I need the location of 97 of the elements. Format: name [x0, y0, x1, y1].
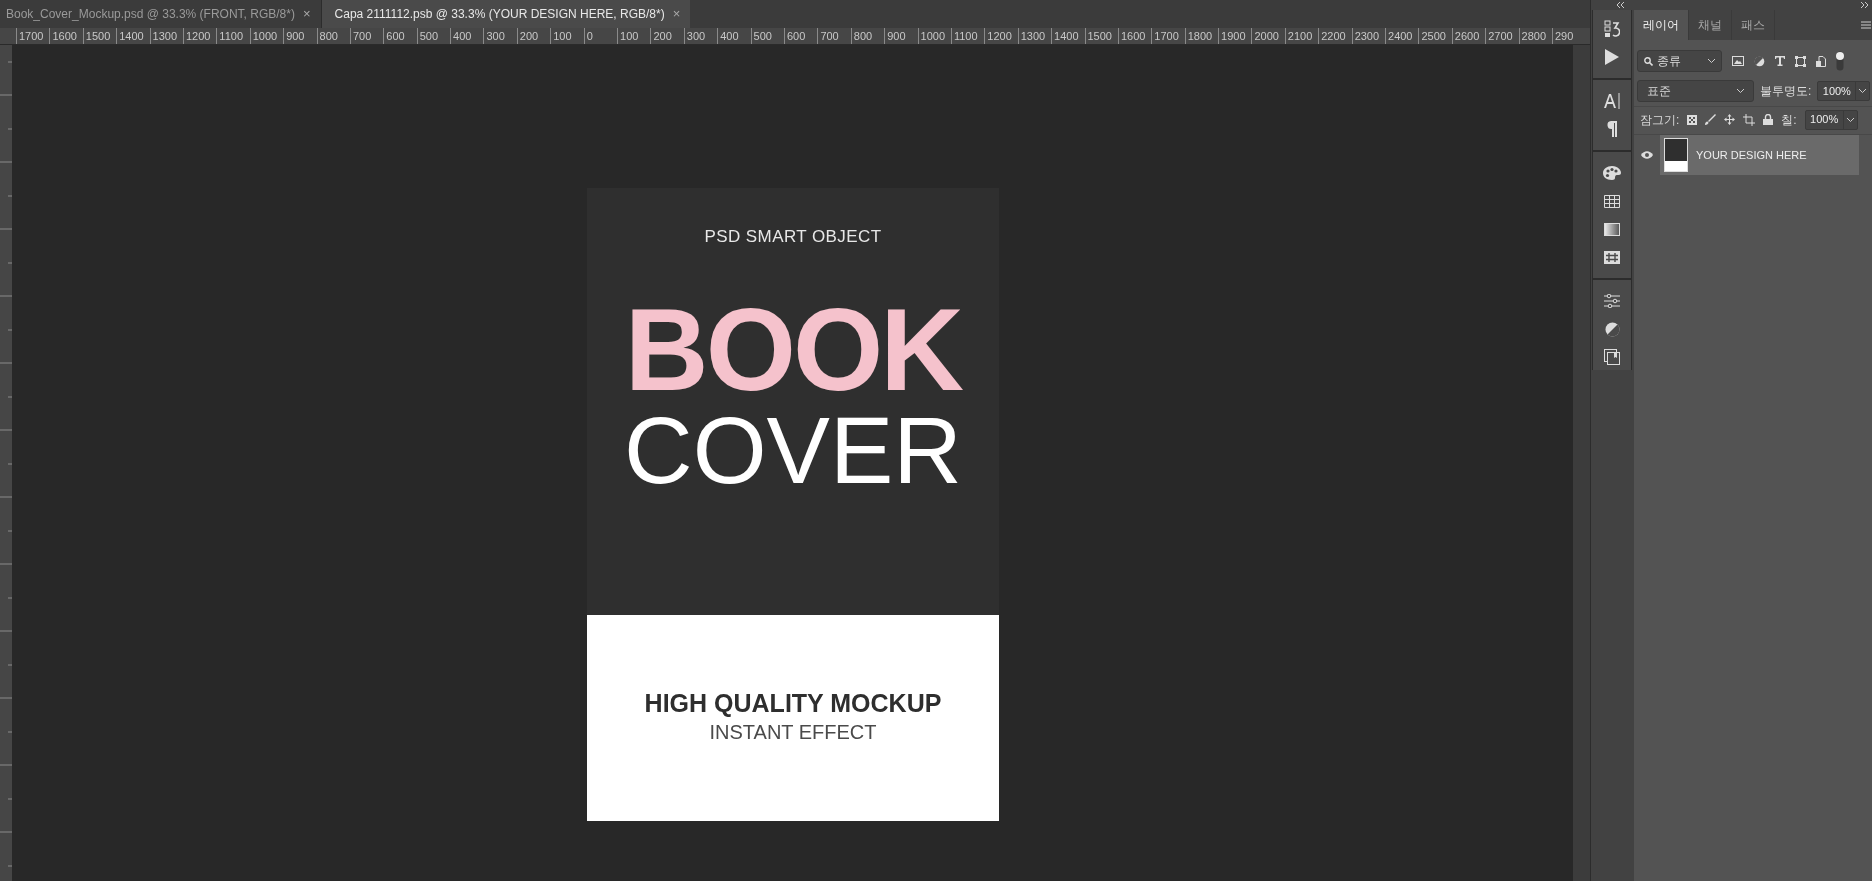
ruler-label: 800 [853, 30, 873, 42]
cover-headline: HIGH QUALITY MOCKUP [644, 688, 942, 719]
type-filter-icon[interactable] [1775, 56, 1785, 66]
ruler-label: 2200 [1321, 30, 1346, 42]
ruler-label: 1000 [920, 30, 946, 42]
ruler-label: 290 [1554, 30, 1573, 42]
caret-icon [1859, 89, 1867, 93]
brush-icon[interactable] [1705, 114, 1717, 125]
ruler-label: 800 [319, 30, 338, 42]
blend-mode-dropdown[interactable]: 표준 [1637, 80, 1754, 102]
library-icon[interactable] [1604, 349, 1620, 365]
ruler-label: 400 [720, 30, 739, 42]
table-icon[interactable] [1604, 194, 1620, 208]
ruler-label: 2800 [1521, 30, 1547, 42]
cover-kicker-text: PSD SMART OBJECT [704, 226, 882, 248]
ruler-label: 500 [419, 30, 439, 42]
caret-icon [1846, 117, 1854, 122]
fill-field[interactable]: 100% [1804, 109, 1858, 130]
opacity-label: 불투명도: [1760, 83, 1812, 100]
ruler-label: 1200 [185, 30, 211, 42]
ruler-label: 1700 [19, 30, 44, 42]
caret-icon [1737, 89, 1744, 93]
document-tab[interactable]: Capa 2111112.psb @ 33.3% (YOUR DESIGN HERE, RGB/8*) × [321, 0, 691, 28]
ruler-label: 600 [386, 30, 405, 42]
ruler-label: 1300 [152, 30, 178, 42]
ruler-label: 2300 [1354, 30, 1380, 42]
contrast-icon[interactable] [1604, 321, 1620, 337]
ruler-label: 1200 [987, 30, 1012, 42]
palette-icon[interactable] [1603, 166, 1621, 180]
ruler-label: 1100 [953, 30, 978, 42]
close-tab-button[interactable]: × [302, 4, 311, 24]
ruler-label: 1600 [1120, 30, 1146, 42]
visibility-eye-icon[interactable] [1641, 151, 1653, 159]
ruler-label: 700 [820, 30, 839, 42]
ruler-label: 1100 [219, 30, 243, 42]
ruler-label: 2000 [1254, 30, 1279, 42]
ruler-label: 2500 [1421, 30, 1446, 42]
opacity-field[interactable]: 100% [1817, 81, 1871, 101]
ruler-label: 1000 [252, 30, 278, 42]
ruler-label: 100 [620, 30, 639, 42]
ruler-label: 900 [887, 30, 906, 42]
filter-toggle-switch[interactable] [1836, 51, 1844, 71]
image-filter-icon[interactable] [1732, 56, 1744, 66]
ruler-label: 400 [453, 30, 472, 42]
ruler-label: 1400 [1054, 30, 1079, 42]
layer-row[interactable]: YOUR DESIGN HERE [1660, 135, 1860, 175]
ruler-label: 2700 [1488, 30, 1513, 42]
ruler-label: 1500 [85, 30, 111, 42]
move-icon[interactable] [1724, 114, 1736, 125]
history-icon[interactable] [1604, 20, 1620, 38]
ruler-label: 0 [586, 30, 593, 42]
expand-chevrons-icon[interactable] [1860, 2, 1868, 8]
ruler-label: 1400 [119, 30, 144, 42]
collapse-chevrons-icon[interactable] [1617, 2, 1625, 8]
gradient-icon[interactable] [1604, 222, 1620, 236]
sliders-icon[interactable] [1604, 294, 1620, 308]
cover-subline: INSTANT EFFECT [709, 720, 877, 745]
ruler-label: 300 [686, 30, 706, 42]
character-icon[interactable] [1604, 93, 1620, 109]
cover-title-bold: BOOK [624, 299, 962, 400]
caret-icon [1708, 59, 1715, 63]
lock-label: 잠그기: [1640, 111, 1680, 129]
layer-filter-dropdown[interactable]: 종류 [1637, 50, 1722, 72]
ruler-label: 200 [653, 30, 672, 42]
panel-tab[interactable]: 레이어 [1634, 10, 1689, 40]
ruler-label: 1600 [52, 30, 77, 42]
search-icon [1644, 56, 1653, 66]
ruler-label: 2600 [1454, 30, 1480, 42]
ruler-label: 600 [787, 30, 806, 42]
ruler-label: 200 [519, 30, 539, 42]
lock-icon[interactable] [1763, 114, 1774, 125]
ruler-label: 2400 [1388, 30, 1413, 42]
panel-menu-icon[interactable] [1861, 21, 1872, 29]
pattern-icon[interactable] [1604, 250, 1620, 264]
ruler-label: 900 [286, 30, 305, 42]
fill-label: 칠: [1781, 111, 1797, 129]
ruler-label: 1800 [1187, 30, 1213, 42]
ruler-label: 300 [486, 30, 505, 42]
filter-label: 종류 [1657, 53, 1682, 70]
paragraph-icon[interactable] [1607, 121, 1617, 137]
play-icon[interactable] [1605, 49, 1619, 65]
ruler-label: 500 [753, 30, 772, 42]
ruler-label: 2100 [1287, 30, 1313, 42]
blend-mode-label: 표준 [1647, 83, 1672, 100]
shape-filter-icon[interactable] [1795, 55, 1806, 67]
vertical-scrollbar[interactable] [1573, 45, 1590, 881]
close-tab-button[interactable]: × [672, 4, 681, 24]
adjustment-filter-icon[interactable] [1754, 55, 1765, 67]
ruler-label: 1500 [1087, 30, 1112, 42]
layer-thumbnail [1664, 138, 1688, 172]
ruler-label: 700 [352, 30, 372, 42]
ruler-label: 1900 [1221, 30, 1246, 42]
ruler-label: 1700 [1154, 30, 1179, 42]
cover-title-light: COVER [624, 401, 962, 498]
ruler-label: 100 [553, 30, 572, 42]
lock-transparency-icon[interactable] [1687, 114, 1698, 125]
ruler-label: 1300 [1020, 30, 1046, 42]
